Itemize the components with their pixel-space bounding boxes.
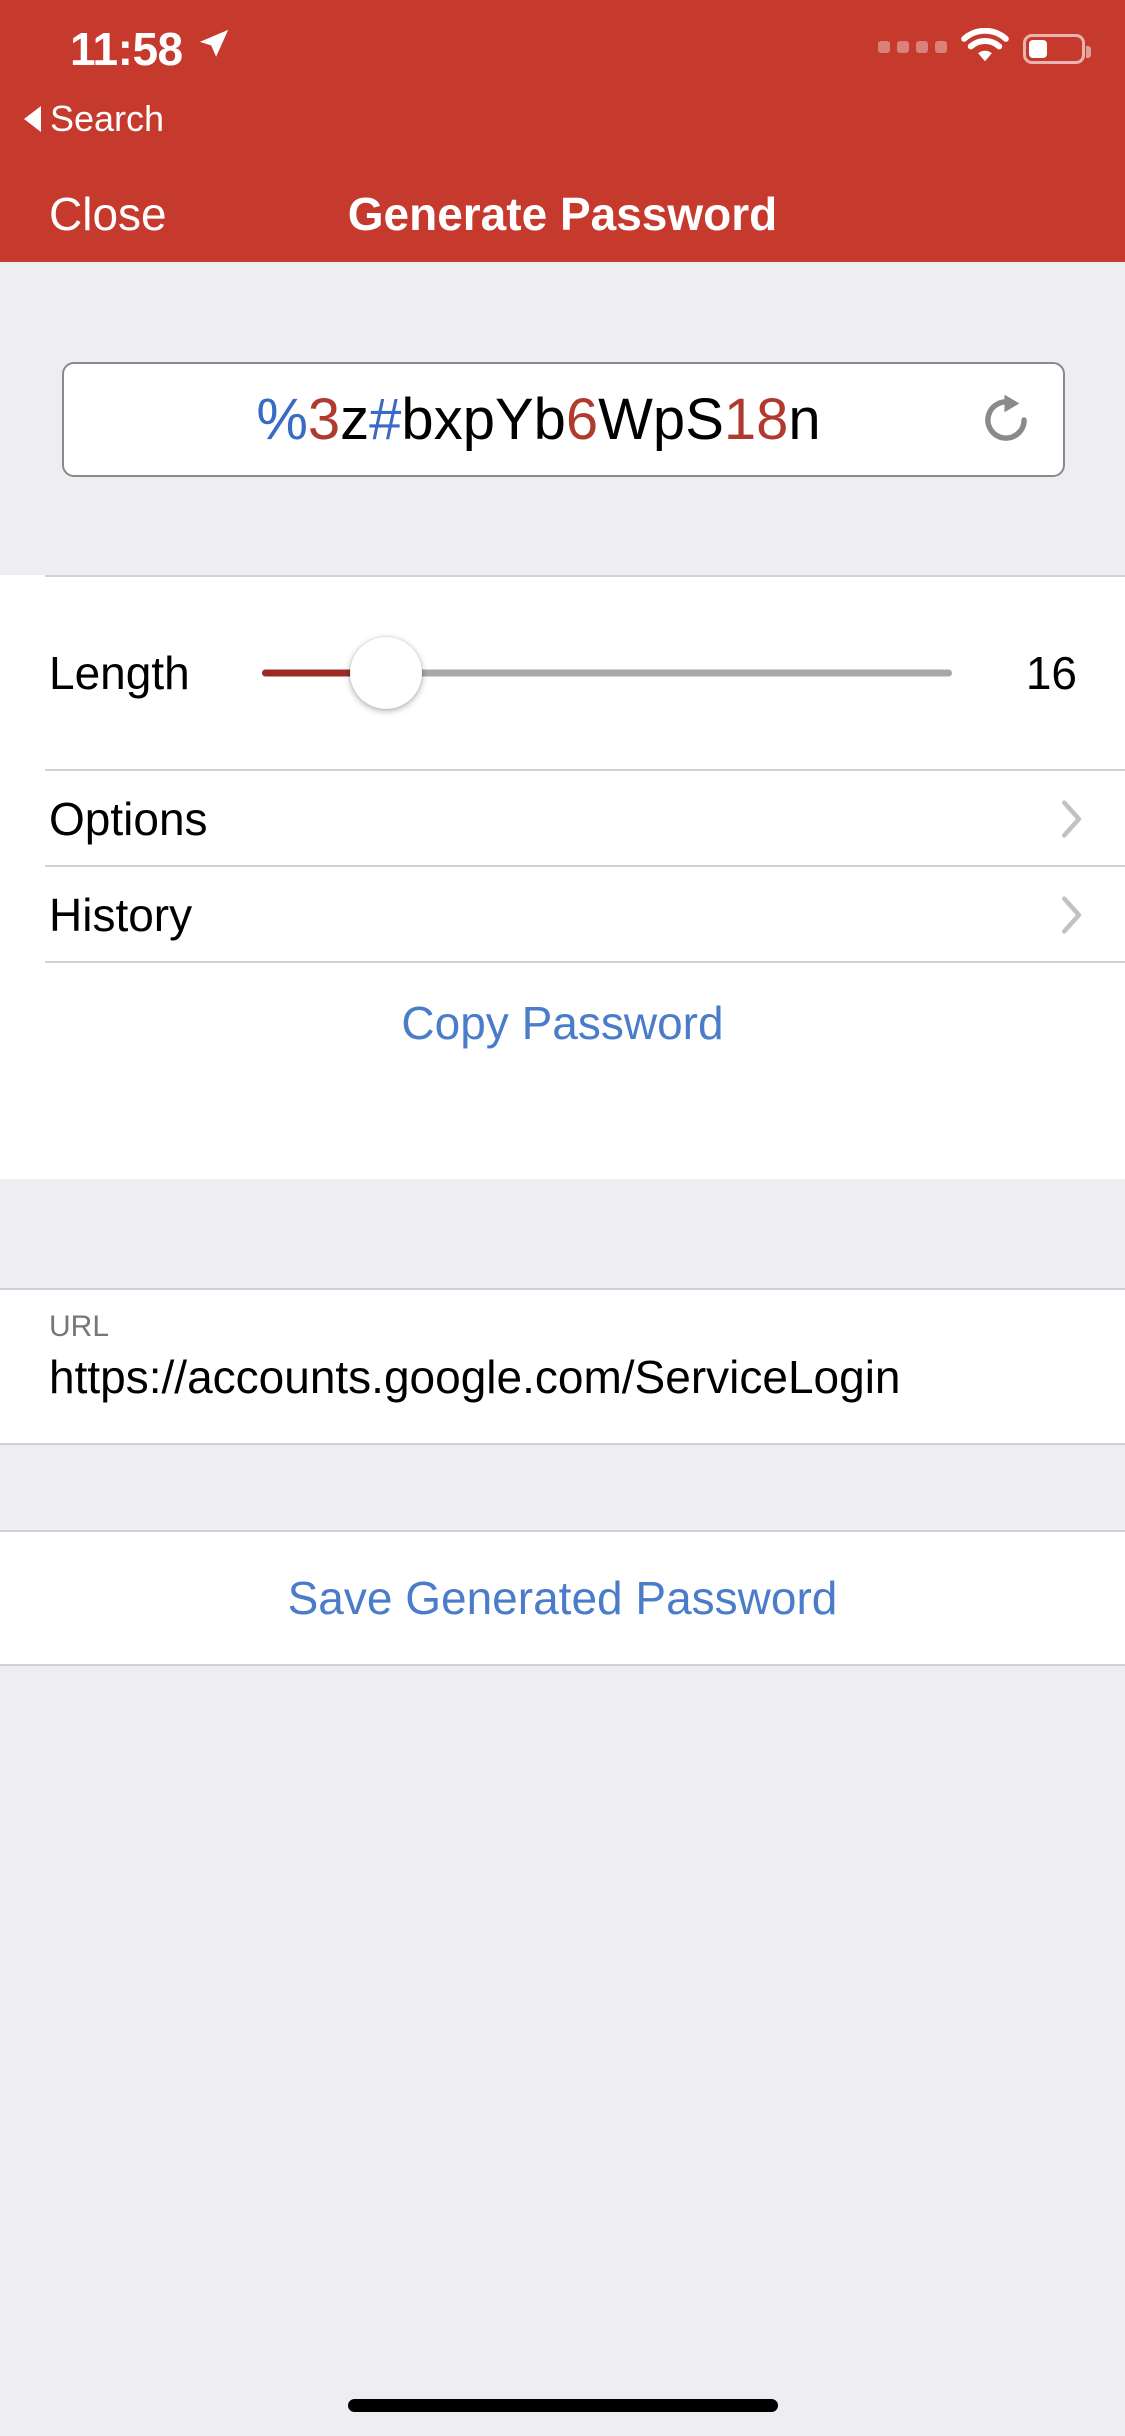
save-group: Save Generated Password <box>0 1530 1125 1666</box>
generated-password-text: % 3 z # b x p Yb 6 Wp S 1 8 n <box>64 364 1063 475</box>
wifi-icon <box>961 27 1009 69</box>
status-bar: 11:58 <box>0 0 1125 96</box>
url-field-label: URL <box>49 1310 110 1343</box>
signal-dots-icon <box>878 41 947 56</box>
chevron-right-icon <box>1061 800 1083 838</box>
password-char: x <box>433 386 463 452</box>
password-char: b <box>533 386 566 452</box>
back-link-label: Search <box>50 98 165 139</box>
sidebar-item-history[interactable]: History <box>0 867 1125 963</box>
app-header: 11:58 Search Close Generate Password <box>0 0 1125 262</box>
password-char: 6 <box>565 386 599 452</box>
password-char: b <box>401 386 434 452</box>
url-separator-bottom <box>0 1443 1125 1445</box>
password-char: p <box>462 386 495 452</box>
length-row: Length 16 <box>0 575 1125 771</box>
save-separator-bottom <box>0 1664 1125 1666</box>
password-char: z <box>340 386 370 452</box>
actions-group: Options History Copy Password <box>0 771 1125 1179</box>
length-value: 16 <box>1025 647 1077 699</box>
password-char: n <box>788 386 821 452</box>
copy-password-button[interactable]: Copy Password <box>0 963 1125 1083</box>
location-arrow-icon <box>197 27 231 61</box>
chevron-right-icon <box>1061 896 1083 934</box>
app-screen: 11:58 Search Close Generate Password % 3… <box>0 0 1125 2436</box>
password-char: W <box>598 386 653 452</box>
length-slider[interactable] <box>262 637 952 709</box>
password-char: # <box>369 386 402 452</box>
battery-icon <box>1023 33 1091 64</box>
status-bar-indicators <box>878 27 1091 69</box>
copy-password-label: Copy Password <box>401 997 724 1049</box>
url-group: URL https://accounts.google.com/ServiceL… <box>0 1288 1125 1445</box>
length-group: Length 16 <box>0 575 1125 771</box>
save-generated-password-button[interactable]: Save Generated Password <box>0 1530 1125 1666</box>
password-char: S <box>685 386 724 452</box>
refresh-icon[interactable] <box>975 389 1037 451</box>
history-label: History <box>49 889 193 941</box>
password-char: % <box>256 386 308 452</box>
status-bar-time: 11:58 <box>70 23 183 75</box>
url-row[interactable]: URL https://accounts.google.com/ServiceL… <box>0 1288 1125 1445</box>
back-to-search-link[interactable]: Search <box>24 98 164 140</box>
navigation-bar: Close Generate Password <box>0 165 1125 262</box>
save-generated-password-label: Save Generated Password <box>287 1572 838 1624</box>
back-triangle-icon <box>24 106 41 132</box>
password-char: 1 <box>723 386 757 452</box>
options-label: Options <box>49 793 208 845</box>
password-char: 3 <box>307 386 341 452</box>
home-indicator[interactable] <box>347 2399 778 2412</box>
slider-thumb[interactable] <box>350 637 423 709</box>
length-label: Length <box>49 647 190 699</box>
password-display-section: % 3 z # b x p Yb 6 Wp S 1 8 n <box>0 262 1125 575</box>
password-char: 8 <box>756 386 789 452</box>
generated-password-field[interactable]: % 3 z # b x p Yb 6 Wp S 1 8 n <box>62 362 1065 477</box>
password-char: p <box>652 386 686 452</box>
url-field-value: https://accounts.google.com/ServiceLogin <box>49 1351 901 1403</box>
page-title: Generate Password <box>347 188 778 240</box>
password-char: Y <box>494 386 534 452</box>
sidebar-item-options[interactable]: Options <box>0 771 1125 867</box>
